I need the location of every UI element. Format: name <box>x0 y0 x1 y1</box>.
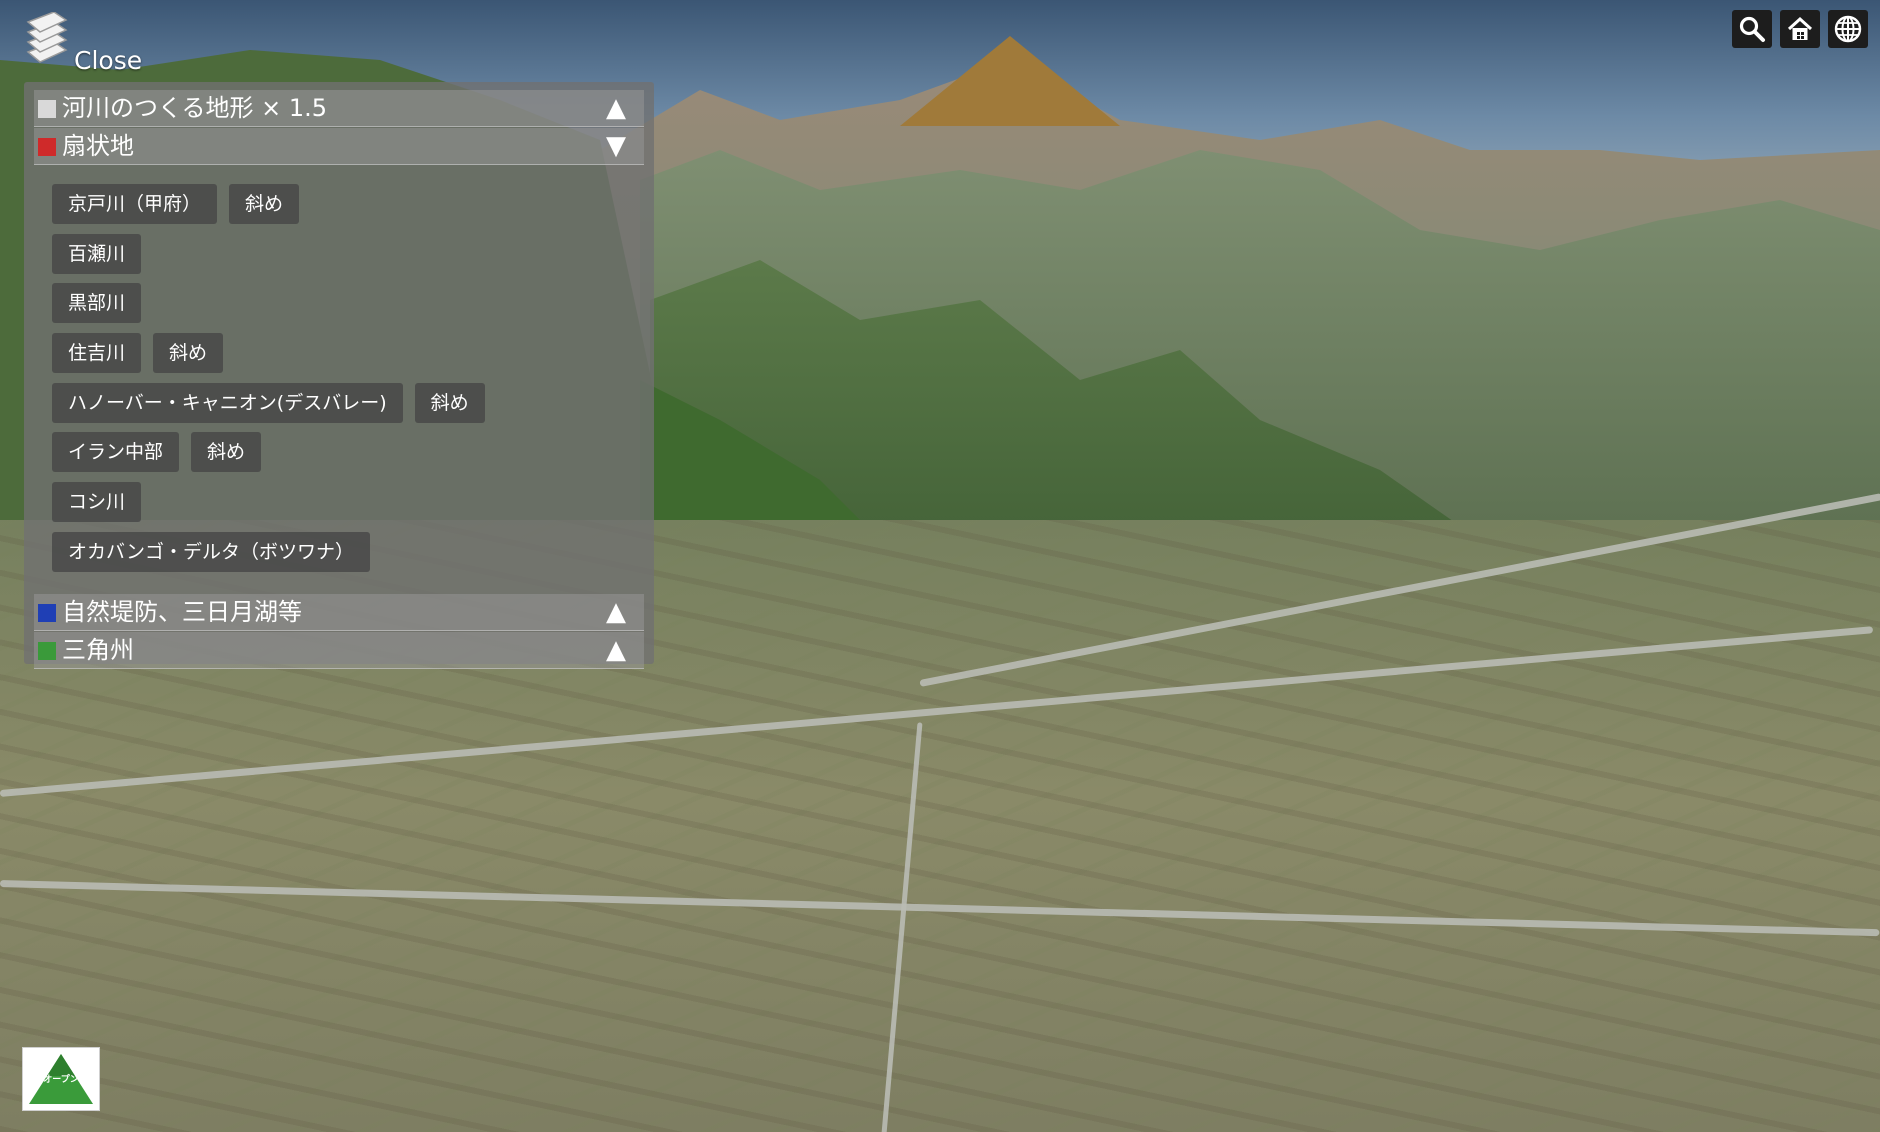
category-swatch <box>38 100 56 118</box>
close-panel-button[interactable]: Close <box>24 12 164 75</box>
location-button[interactable]: オカバンゴ・デルタ（ボツワナ） <box>52 531 370 572</box>
category-label: 河川のつくる地形 × 1.5 <box>62 94 328 122</box>
oblique-view-button[interactable]: 斜め <box>191 432 262 473</box>
logo-text: オープン <box>43 1075 79 1085</box>
location-button[interactable]: イラン中部 <box>52 432 180 473</box>
list-item: ハノーバー・キャニオン(デスバレー) 斜め <box>52 382 642 423</box>
category-delta[interactable]: 三角州 ▲ <box>34 632 644 669</box>
oblique-view-button[interactable]: 斜め <box>414 382 485 423</box>
list-item: 京戸川（甲府） 斜め <box>52 184 642 224</box>
category-label: 自然堤防、三日月湖等 <box>62 598 302 626</box>
list-item: 住吉川 斜め <box>52 333 642 374</box>
collapse-arrow-icon[interactable]: ▲ <box>606 635 626 665</box>
location-button[interactable]: 百瀬川 <box>52 233 142 274</box>
peak <box>900 36 1120 126</box>
location-button[interactable]: コシ川 <box>52 482 142 523</box>
close-label: Close <box>74 46 143 75</box>
search-icon <box>1739 16 1765 42</box>
list-item: イラン中部 斜め <box>52 432 642 473</box>
list-item: 百瀬川 <box>52 233 642 274</box>
expand-arrow-icon[interactable]: ▼ <box>606 131 626 161</box>
category-swatch <box>38 604 56 622</box>
oblique-view-button[interactable]: 斜め <box>153 333 224 374</box>
list-item: 黒部川 <box>52 283 642 324</box>
category-swatch <box>38 138 56 156</box>
search-button[interactable] <box>1732 10 1772 48</box>
list-item: コシ川 <box>52 482 642 523</box>
home-icon <box>1787 16 1813 40</box>
oblique-view-button[interactable]: 斜め <box>229 184 300 224</box>
toolbar <box>1732 10 1868 48</box>
location-button[interactable]: 黒部川 <box>52 283 142 324</box>
category-alluvial-fan[interactable]: 扇状地 ▼ <box>34 128 644 165</box>
location-button[interactable]: ハノーバー・キャニオン(デスバレー) <box>52 382 403 423</box>
category-river-landforms[interactable]: 河川のつくる地形 × 1.5 ▲ <box>34 90 644 127</box>
globe-button[interactable] <box>1828 10 1868 48</box>
collapse-arrow-icon[interactable]: ▲ <box>606 93 626 123</box>
category-label: 扇状地 <box>62 132 134 160</box>
collapse-arrow-icon[interactable]: ▲ <box>606 597 626 627</box>
category-swatch <box>38 642 56 660</box>
site-logo[interactable]: オープン <box>22 1047 100 1111</box>
layer-panel: 河川のつくる地形 × 1.5 ▲ 扇状地 ▼ 京戸川（甲府） 斜め 百瀬川 黒部… <box>24 82 654 669</box>
alluvial-fan-list: 京戸川（甲府） 斜め 百瀬川 黒部川 住吉川 斜め ハノーバー・キャニオン(デス… <box>52 184 642 582</box>
location-button[interactable]: 住吉川 <box>52 333 142 374</box>
location-button[interactable]: 京戸川（甲府） <box>52 184 218 224</box>
layers-icon <box>26 12 68 63</box>
category-label: 三角州 <box>62 636 134 664</box>
list-item: オカバンゴ・デルタ（ボツワナ） <box>52 531 642 572</box>
category-natural-levee[interactable]: 自然堤防、三日月湖等 ▲ <box>34 594 644 631</box>
home-button[interactable] <box>1780 10 1820 48</box>
globe-icon <box>1834 15 1862 43</box>
